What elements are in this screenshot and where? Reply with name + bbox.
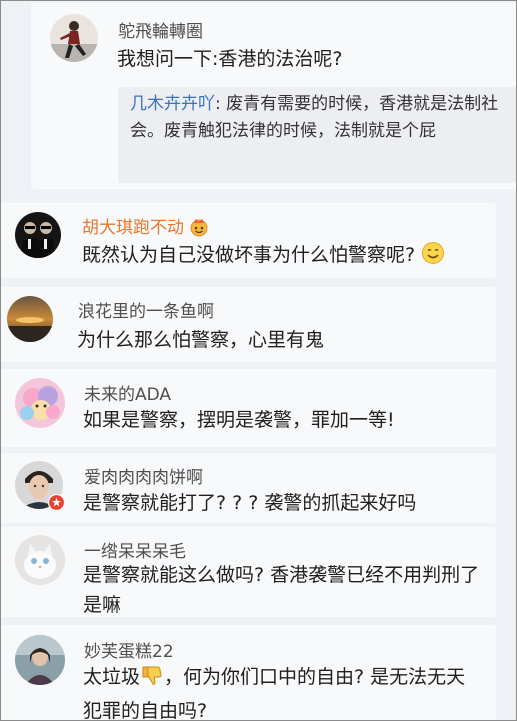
smile-emoji (421, 241, 445, 274)
comment-text: 既然认为自己没做坏事为什么怕警察呢? (82, 240, 445, 274)
quoted-author-name[interactable]: 几木卉卉吖 (130, 94, 215, 114)
avatar[interactable] (7, 296, 53, 342)
comment-text: 是警察就能这么做吗? 香港袭警已经不用判刑了是嘛 (83, 564, 480, 616)
comment-text: 是警察就能打了? ? ? 袭警的抓起来好吗 (83, 492, 417, 514)
verified-badge-icon (47, 493, 66, 512)
comment-text: 为什么那么怕警察，心里有鬼 (77, 329, 325, 351)
avatar[interactable] (50, 14, 98, 62)
thread-author-name[interactable]: 鸵飛輪轉圈 (118, 17, 203, 42)
thread-question: 我想问一下:香港的法治呢? (117, 48, 343, 70)
avatar[interactable] (15, 212, 61, 258)
avatar[interactable] (15, 378, 65, 428)
avatar[interactable] (15, 635, 65, 685)
thumbs-down-emoji (140, 663, 164, 696)
vip-crown-icon (189, 217, 209, 242)
comment-author-name[interactable]: 胡大琪跑不动 (82, 213, 209, 242)
comment-author-name[interactable]: 未来的ADA (84, 380, 171, 405)
comment-author-name[interactable]: 一绺呆呆呆毛 (84, 537, 186, 562)
quoted-comment-text: 几木卉卉吖: 废青有需要的时候，香港就是法制社会。废青触犯法律的时候，法制就是个… (130, 91, 506, 145)
comment-author-name[interactable]: 爱肉肉肉肉饼啊 (84, 463, 203, 488)
comment-author-name[interactable]: 浪花里的一条鱼啊 (78, 297, 214, 322)
comment-author-name[interactable]: 妙芙蛋糕22 (84, 637, 174, 662)
comment-text: 太垃圾 ，何为你们口中的自由? 是无法无天犯罪的自由吗? (83, 662, 483, 721)
comment-text: 如果是警察，摆明是袭警，罪加一等! (83, 409, 395, 431)
avatar[interactable] (15, 535, 65, 585)
